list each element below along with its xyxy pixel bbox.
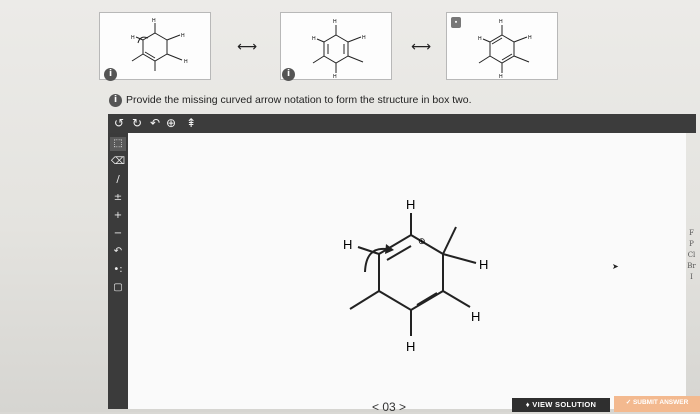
element-item[interactable]: I [683,272,700,283]
template-tool-icon[interactable]: ▢ [110,281,126,295]
mouse-cursor-icon: ➤ [612,262,619,271]
molecule-h-right: H [479,257,488,272]
box1-info-icon[interactable]: i [104,68,117,81]
problem-page: H H H H ⟷ H H H H ⟷ H H H H i i ▪ i Prov… [0,0,700,414]
zoom-icon[interactable]: ⊕ [166,116,176,131]
settings-icon[interactable]: ⇞ [186,116,196,131]
resonance-arrow-1: ⟷ [237,39,258,55]
molecule-h-top: H [406,197,415,212]
box2-h-right: H [362,35,366,41]
element-item[interactable]: Br [683,261,700,272]
redo-icon[interactable]: ↻ [132,116,142,131]
element-item[interactable]: F [683,228,700,239]
box3-h-top: H [499,19,503,25]
box3-h-right: H [528,35,532,41]
select-tool-icon[interactable]: ⬚ [110,137,126,151]
drawing-canvas[interactable]: H H H H H ⊕ [128,133,686,409]
plus-tool-icon[interactable]: + [110,209,126,223]
box1-h-bottom: H [184,59,188,65]
box1-h-right: H [181,33,185,39]
resonance-arrow-2: ⟷ [411,39,432,55]
undo-icon[interactable]: ↺ [114,116,124,131]
charge-tool-icon[interactable]: ± [110,191,126,205]
resonance-box-3[interactable]: H H H H [446,12,558,80]
element-sidebar: F P Cl Br I [683,228,700,283]
lone-pair-tool-icon[interactable]: •: [110,263,126,277]
box3-h-left: H [478,36,482,42]
box2-h-left: H [312,36,316,42]
molecule-svg: H H H H H ⊕ [343,197,488,354]
lock-icon: ▪ [451,17,461,28]
minus-tool-icon[interactable]: − [110,227,126,241]
left-tool-column: ⬚ ⌫ / ± + − ↶ •: ▢ [108,133,128,409]
box3-h-bottom: H [499,74,503,79]
arrow-tool-icon[interactable]: ↶ [110,245,126,259]
question-info-icon[interactable]: i [109,94,122,107]
structure-1-svg: H H H H [131,18,188,71]
structure-3-svg: H H H H [478,19,532,79]
question-prompt: Provide the missing curved arrow notatio… [126,94,472,106]
box1-h-top: H [152,18,156,24]
submit-answer-button[interactable]: ✓ SUBMIT ANSWER [614,396,700,412]
curved-arrow-icon[interactable]: ↶ [150,116,160,131]
box1-h-left: H [131,35,135,41]
molecule-h-left: H [343,237,352,252]
element-item[interactable]: Cl [683,250,700,261]
editor-toolbar: ↺ ↻ ↶ ⊕ ⇞ [108,114,696,133]
element-item[interactable]: P [683,239,700,250]
structure-2-svg: H H H H [312,19,366,79]
resonance-box-2[interactable]: H H H H [280,12,392,80]
molecule-h-bottom: H [406,339,415,354]
box2-h-top: H [333,19,337,25]
box2-info-icon[interactable]: i [282,68,295,81]
single-bond-tool-icon[interactable]: / [110,173,126,187]
molecule-h-lower-right: H [471,309,480,324]
view-solution-button[interactable]: ♦ VIEW SOLUTION [512,398,610,412]
eraser-tool-icon[interactable]: ⌫ [110,155,126,169]
box2-h-bottom: H [333,74,337,79]
positive-charge-icon: ⊕ [418,236,426,246]
